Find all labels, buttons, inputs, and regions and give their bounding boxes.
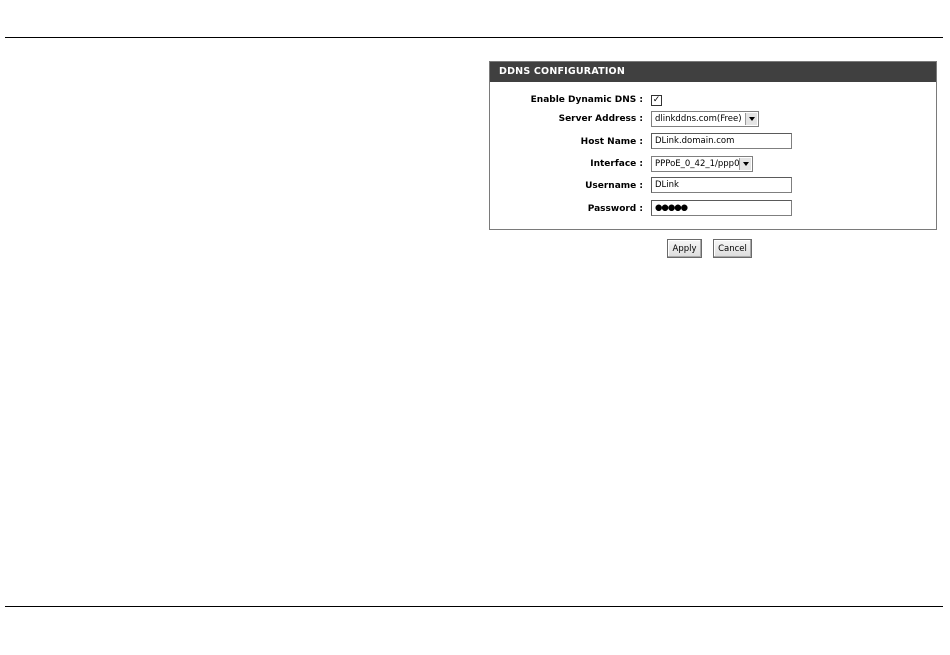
chevron-down-icon[interactable] (745, 113, 757, 125)
server-address-value: dlinkddns.com(Free) (655, 114, 742, 124)
password-input[interactable]: ●●●●● (651, 200, 792, 216)
enable-dynamic-dns-label: Enable Dynamic DNS : (530, 95, 643, 105)
host-name-row: Host Name : DLink.domain.com (490, 132, 936, 152)
top-divider (5, 37, 943, 38)
username-row: Username : DLink (490, 176, 936, 196)
server-address-row: Server Address : dlinkddns.com(Free) (490, 109, 936, 129)
password-row: Password : ●●●●● (490, 199, 936, 219)
cancel-button[interactable]: Cancel (713, 239, 752, 258)
host-name-label: Host Name : (580, 137, 643, 147)
apply-button[interactable]: Apply (667, 239, 702, 258)
panel-header: DDNS CONFIGURATION (490, 62, 936, 82)
username-input[interactable]: DLink (651, 177, 792, 193)
interface-row: Interface : PPPoE_0_42_1/ppp0 (490, 154, 936, 174)
server-address-label: Server Address : (558, 114, 643, 124)
server-address-select[interactable]: dlinkddns.com(Free) (651, 111, 759, 127)
chevron-down-icon[interactable] (739, 158, 751, 170)
enable-dynamic-dns-row: Enable Dynamic DNS : ✓ (490, 90, 936, 110)
enable-dynamic-dns-checkbox[interactable]: ✓ (651, 95, 662, 106)
password-label: Password : (587, 204, 643, 214)
interface-select[interactable]: PPPoE_0_42_1/ppp0 (651, 156, 753, 172)
interface-value: PPPoE_0_42_1/ppp0 (655, 159, 740, 169)
bottom-divider (5, 606, 943, 607)
host-name-input[interactable]: DLink.domain.com (651, 133, 792, 149)
ddns-configuration-panel: DDNS CONFIGURATION Enable Dynamic DNS : … (489, 61, 937, 230)
interface-label: Interface : (590, 159, 643, 169)
username-label: Username : (585, 181, 643, 191)
